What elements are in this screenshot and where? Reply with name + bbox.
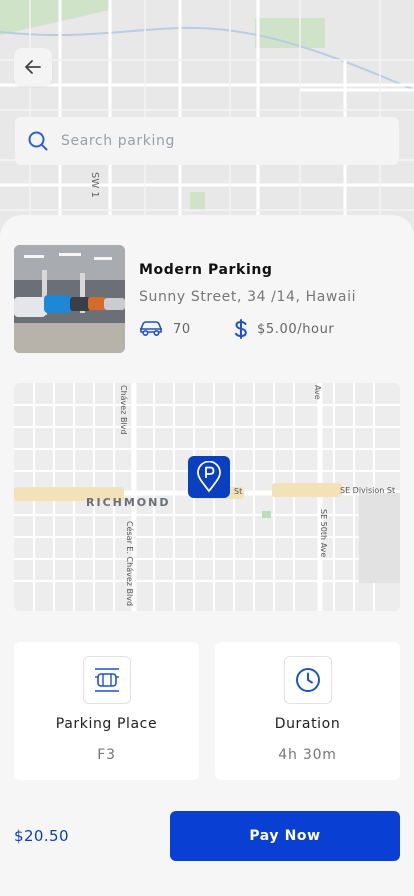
parking-address: Sunny Street, 34 /14, Hawaii xyxy=(139,289,357,305)
parking-name: Modern Parking xyxy=(139,262,273,278)
street-label: SW 1 xyxy=(89,172,100,198)
map-label-ave: Ave xyxy=(313,385,322,400)
total-price: $20.50 xyxy=(14,827,69,845)
available-spots: 70 xyxy=(173,321,191,337)
parking-place-value: F3 xyxy=(97,747,116,763)
parking-pin-icon xyxy=(197,461,221,493)
clock-icon-box xyxy=(284,656,332,704)
location-map[interactable]: Chávez Blvd Ave St SE Division St RICHMO… xyxy=(14,383,400,611)
duration-label: Duration xyxy=(274,716,341,732)
search-bar[interactable] xyxy=(15,117,399,165)
arrow-left-icon xyxy=(25,60,41,74)
parking-summary[interactable]: Modern Parking Sunny Street, 34 /14, Haw… xyxy=(14,245,400,353)
search-input[interactable] xyxy=(61,133,361,149)
parking-place-card: Parking Place F3 xyxy=(14,642,199,780)
map-label-cesar-chavez-blvd: César E. Chávez Blvd xyxy=(125,521,134,607)
clock-icon xyxy=(296,668,320,692)
parking-slot-icon-box xyxy=(83,656,131,704)
pay-now-button[interactable]: Pay Now xyxy=(170,811,400,861)
parking-details-sheet: Modern Parking Sunny Street, 34 /14, Haw… xyxy=(0,215,414,896)
map-label-se-50th-ave: SE 50th Ave xyxy=(319,509,328,558)
back-button[interactable] xyxy=(14,48,52,86)
map-label-richmond: RICHMOND xyxy=(86,496,171,509)
car-icon xyxy=(140,321,162,337)
parking-place-label: Parking Place xyxy=(55,716,158,732)
parking-photo xyxy=(14,245,125,353)
map-label-chavez-blvd: Chávez Blvd xyxy=(119,385,128,435)
duration-value: 4h 30m xyxy=(278,747,337,763)
parking-slot-icon xyxy=(95,668,119,692)
map-label-se-division-st: SE Division St xyxy=(340,486,396,495)
duration-card: Duration 4h 30m xyxy=(215,642,400,780)
hourly-price: $5.00/hour xyxy=(257,321,335,337)
search-icon xyxy=(28,131,48,151)
parking-meta: 70 $5.00/hour xyxy=(139,319,334,339)
dollar-icon xyxy=(235,319,247,339)
map-label-st: St xyxy=(234,487,243,496)
parking-location-pin[interactable] xyxy=(188,456,230,498)
